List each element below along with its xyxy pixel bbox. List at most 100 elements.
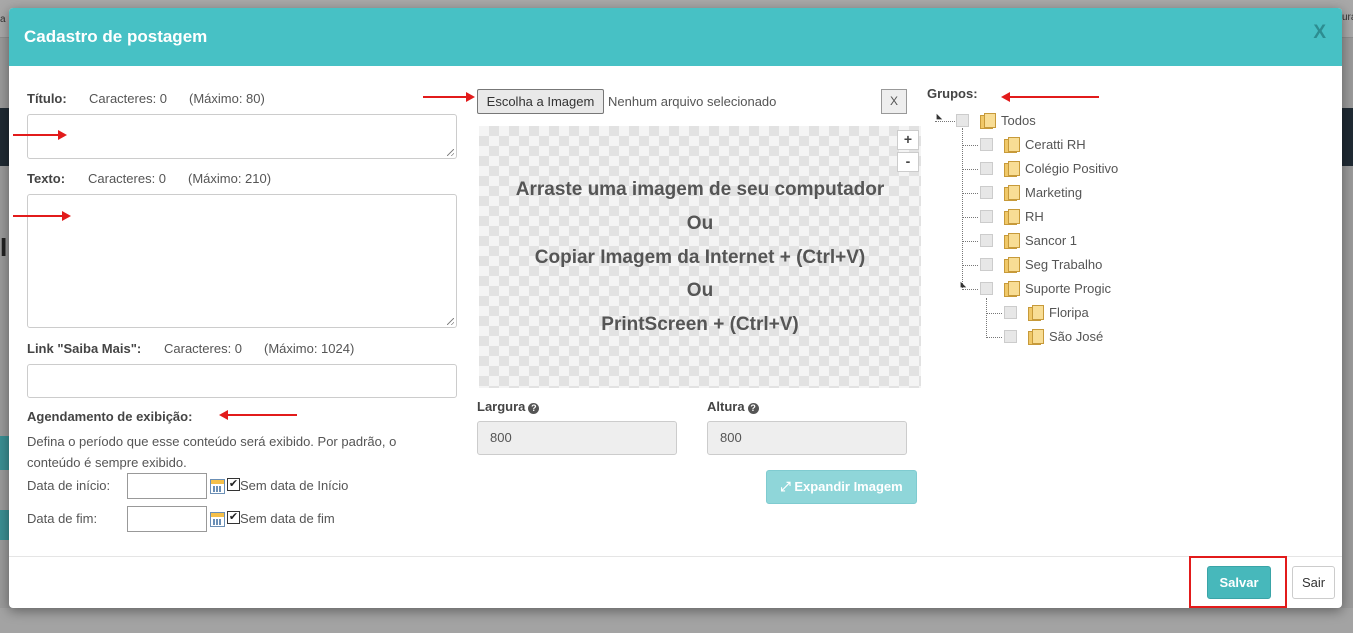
background-left-band: [0, 108, 9, 166]
resize-grip-icon[interactable]: [447, 318, 454, 325]
grupos-label: Grupos:: [927, 86, 978, 101]
texto-textarea[interactable]: [27, 194, 457, 328]
largura-label-text: Largura: [477, 399, 526, 414]
group-checkbox[interactable]: [980, 162, 993, 175]
modal-header: Cadastro de postagem X: [9, 8, 1342, 66]
titulo-textarea[interactable]: [27, 114, 457, 159]
tree-item-label: Floripa: [1049, 305, 1089, 320]
titulo-input[interactable]: [28, 115, 456, 158]
group-checkbox[interactable]: [980, 210, 993, 223]
folder-icon: [1004, 137, 1020, 153]
texto-char-count: Caracteres: 0: [88, 171, 167, 186]
save-button[interactable]: Salvar: [1207, 566, 1271, 599]
tree-connector: [962, 265, 978, 266]
folder-icon: [1004, 281, 1020, 297]
tree-item-label: São José: [1049, 329, 1104, 344]
group-checkbox[interactable]: [956, 114, 969, 127]
tree-connector: [962, 193, 978, 194]
link-input[interactable]: [28, 365, 456, 397]
dropzone-text: Ou: [686, 280, 714, 301]
no-file-selected-text: Nenhum arquivo selecionado: [608, 94, 777, 109]
background-teal-band: [0, 510, 9, 540]
tree-item-label: Marketing: [1025, 185, 1083, 200]
data-inicio-label: Data de início:: [27, 478, 111, 493]
exit-button[interactable]: Sair: [1292, 566, 1335, 599]
texto-input[interactable]: [28, 195, 456, 327]
altura-input: 800: [707, 421, 907, 455]
background-bottom-bar: [0, 608, 1353, 633]
group-checkbox[interactable]: [980, 282, 993, 295]
dropzone-text: Arraste uma imagem de seu computador: [515, 179, 885, 200]
tree-item-label: Suporte Progic: [1025, 281, 1111, 296]
expand-image-label: Expandir Imagem: [794, 479, 903, 494]
agendamento-description: conteúdo é sempre exibido.: [27, 455, 187, 470]
group-checkbox[interactable]: [980, 258, 993, 271]
folder-icon: [1028, 329, 1044, 345]
modal-title: Cadastro de postagem: [24, 27, 208, 46]
resize-grip-icon[interactable]: [447, 149, 454, 156]
background-heading: I: [0, 232, 8, 262]
sem-data-inicio-label: Sem data de Início: [240, 478, 349, 493]
calendar-icon[interactable]: [210, 512, 225, 527]
background-text: a: [0, 14, 6, 25]
tree-item-label: Seg Trabalho: [1025, 257, 1103, 272]
background-teal-band: [0, 436, 9, 470]
group-checkbox[interactable]: [1004, 330, 1017, 343]
expand-icon: ⤢: [780, 479, 791, 494]
tree-connector: [962, 241, 978, 242]
tree-connector: [986, 298, 987, 338]
annotation-arrow: [13, 130, 67, 140]
link-field[interactable]: [27, 364, 457, 398]
annotation-arrow: [13, 211, 71, 221]
titulo-max: (Máximo: 80): [189, 91, 265, 106]
altura-label-text: Altura: [707, 399, 745, 414]
calendar-icon[interactable]: [210, 479, 225, 494]
zoom-out-button[interactable]: -: [897, 152, 919, 172]
folder-icon: [1004, 233, 1020, 249]
data-fim-input[interactable]: [127, 506, 207, 532]
tree-connector: [962, 217, 978, 218]
clear-image-button[interactable]: X: [881, 89, 907, 114]
group-checkbox[interactable]: [980, 234, 993, 247]
link-max: (Máximo: 1024): [264, 341, 355, 356]
zoom-in-button[interactable]: +: [897, 130, 919, 150]
sem-data-fim-label: Sem data de fim: [240, 511, 335, 526]
tree-connector: [986, 337, 1002, 338]
altura-label: Altura?: [707, 399, 759, 414]
expand-image-button[interactable]: ⤢ Expandir Imagem: [766, 470, 917, 504]
data-fim-label: Data de fim:: [27, 511, 98, 526]
dropzone-text: PrintScreen + (Ctrl+V): [601, 314, 799, 335]
tree-item-label: Todos: [1001, 113, 1036, 128]
group-checkbox[interactable]: [1004, 306, 1017, 319]
largura-label: Largura?: [477, 399, 540, 414]
folder-icon: [1004, 161, 1020, 177]
tree-connector: [962, 128, 963, 288]
agendamento-label: Agendamento de exibição:: [27, 409, 193, 424]
modal-footer: [9, 556, 1342, 608]
tree-connector: [962, 169, 978, 170]
link-label: Link "Saiba Mais":: [27, 341, 142, 356]
group-checkbox[interactable]: [980, 186, 993, 199]
dropzone-text: Copiar Imagem da Internet + (Ctrl+V): [534, 247, 866, 268]
annotation-arrow: [1001, 92, 1099, 102]
sem-data-inicio-checkbox[interactable]: ✔: [227, 478, 240, 491]
image-dropzone[interactable]: Arraste uma imagem de seu computador Ou …: [479, 126, 921, 388]
question-circle-icon: ?: [528, 403, 540, 414]
sem-data-fim-checkbox[interactable]: ✔: [227, 511, 240, 524]
folder-icon: [1028, 305, 1044, 321]
folder-icon: [1004, 257, 1020, 273]
background-text: ura: [1342, 12, 1353, 23]
question-circle-icon: ?: [747, 403, 759, 414]
folder-icon: [1004, 185, 1020, 201]
data-inicio-input[interactable]: [127, 473, 207, 499]
tree-connector: [962, 145, 978, 146]
folder-icon: [980, 113, 996, 129]
close-icon[interactable]: X: [1313, 22, 1326, 44]
group-checkbox[interactable]: [980, 138, 993, 151]
choose-image-button[interactable]: Escolha a Imagem: [477, 89, 604, 114]
titulo-label: Título:: [27, 91, 67, 106]
agendamento-description: Defina o período que esse conteúdo será …: [27, 434, 397, 449]
tree-item-label: Sancor 1: [1025, 233, 1078, 248]
tree-connector: [986, 313, 1002, 314]
largura-input: 800: [477, 421, 677, 455]
